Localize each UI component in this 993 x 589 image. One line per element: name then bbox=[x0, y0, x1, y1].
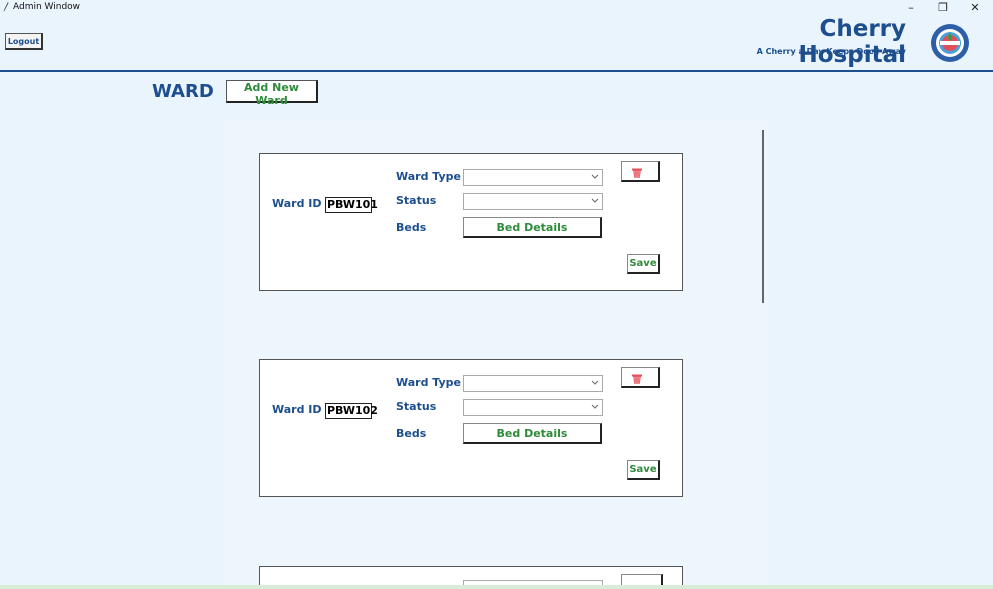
chevron-down-icon bbox=[591, 174, 599, 179]
minimize-button[interactable]: – bbox=[896, 0, 926, 16]
chevron-down-icon bbox=[591, 380, 599, 385]
page-title: WARD bbox=[152, 81, 214, 102]
ward-card-partial-clip bbox=[259, 566, 683, 585]
window-bottom-edge bbox=[0, 585, 993, 589]
ward-card: Ward ID PBW101 Ward Type Status Beds Bed… bbox=[259, 153, 683, 291]
ward-id-label: Ward ID bbox=[272, 403, 322, 416]
bed-details-button[interactable]: Bed Details bbox=[463, 423, 602, 444]
ward-card bbox=[259, 566, 683, 585]
status-label: Status bbox=[396, 400, 437, 413]
window-title: Admin Window bbox=[13, 2, 81, 12]
beds-label: Beds bbox=[396, 221, 427, 234]
ward-type-dropdown[interactable] bbox=[463, 169, 603, 186]
status-label: Status bbox=[396, 194, 437, 207]
hospital-logo-icon bbox=[931, 24, 969, 62]
delete-ward-button[interactable] bbox=[621, 574, 663, 585]
app-header: Logout Cherry Hospital A Cherry a Day Ke… bbox=[0, 16, 993, 72]
ward-id-value: PBW101 bbox=[325, 197, 378, 213]
save-button[interactable]: Save bbox=[627, 460, 660, 480]
save-button[interactable]: Save bbox=[627, 254, 660, 274]
chevron-down-icon bbox=[591, 198, 599, 203]
beds-label: Beds bbox=[396, 427, 427, 440]
maximize-button[interactable]: ❐ bbox=[928, 0, 958, 16]
ward-id-value: PBW102 bbox=[325, 403, 378, 419]
ward-card: Ward ID PBW102 Ward Type Status Beds Bed… bbox=[259, 359, 683, 497]
trash-icon bbox=[632, 374, 642, 384]
delete-ward-button[interactable] bbox=[621, 161, 660, 182]
brand-tagline: A Cherry a Day Keeps Doc J Away bbox=[756, 47, 906, 56]
ward-id-label: Ward ID bbox=[272, 197, 322, 210]
delete-ward-button[interactable] bbox=[621, 367, 660, 388]
status-dropdown[interactable] bbox=[463, 193, 603, 210]
trash-icon bbox=[632, 168, 642, 178]
status-dropdown[interactable] bbox=[463, 399, 603, 416]
logout-button[interactable]: Logout bbox=[5, 33, 43, 50]
brand-name: Cherry Hospital bbox=[798, 16, 907, 68]
ward-type-dropdown[interactable] bbox=[463, 375, 603, 392]
ward-type-label: Ward Type bbox=[396, 170, 461, 183]
ward-type-label: Ward Type bbox=[396, 376, 461, 389]
chevron-down-icon bbox=[591, 404, 599, 409]
title-bar: Admin Window – ❐ ✕ bbox=[0, 0, 993, 16]
feather-icon bbox=[3, 2, 9, 12]
bed-details-button[interactable]: Bed Details bbox=[463, 217, 602, 238]
scrollbar-thumb[interactable] bbox=[762, 130, 764, 303]
add-new-ward-button[interactable]: Add New Ward bbox=[226, 80, 318, 107]
close-button[interactable]: ✕ bbox=[960, 0, 990, 16]
